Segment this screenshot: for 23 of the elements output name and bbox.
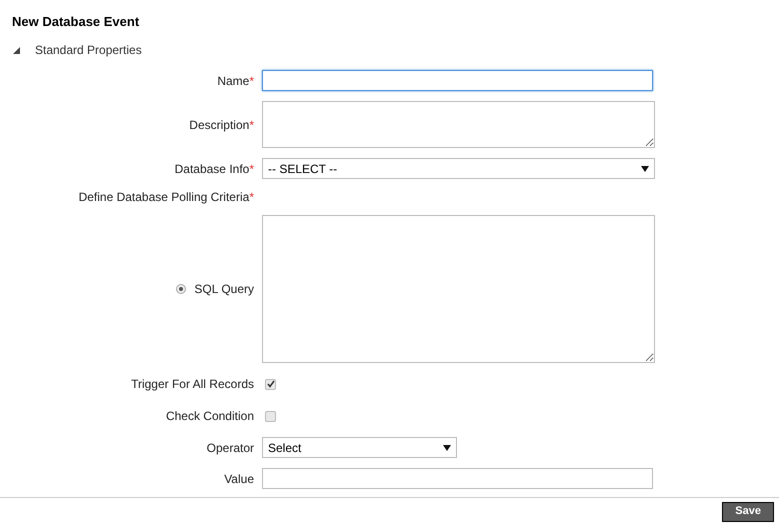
field-label: Define Database Polling Criteria* <box>78 189 254 206</box>
field-label: Database Info* <box>174 160 254 178</box>
field-label: Check Condition <box>166 408 254 425</box>
checkbox[interactable] <box>265 378 276 390</box>
dropdown[interactable]: -- SELECT -- <box>262 158 655 179</box>
collapse-triangle-icon[interactable] <box>13 46 20 54</box>
dropdown-arrow-icon <box>443 444 451 450</box>
radio-button[interactable] <box>176 284 186 294</box>
field-label: Description* <box>189 116 254 134</box>
input-field[interactable] <box>262 468 653 489</box>
field-label: Value <box>224 470 254 488</box>
save-button[interactable]: Save <box>722 502 774 522</box>
checkbox[interactable] <box>265 410 276 422</box>
section-header[interactable]: Standard Properties <box>35 41 142 59</box>
field-label: SQL Query <box>194 281 254 298</box>
dropdown-arrow-icon <box>641 166 649 172</box>
text-area[interactable] <box>262 101 655 148</box>
page-title: New Database Event <box>12 14 140 29</box>
field-label: Name* <box>217 72 254 90</box>
field-label: Trigger For All Records <box>131 376 254 393</box>
input-field[interactable] <box>262 70 653 91</box>
dropdown[interactable]: Select <box>262 437 457 458</box>
field-label: Operator <box>206 440 254 456</box>
